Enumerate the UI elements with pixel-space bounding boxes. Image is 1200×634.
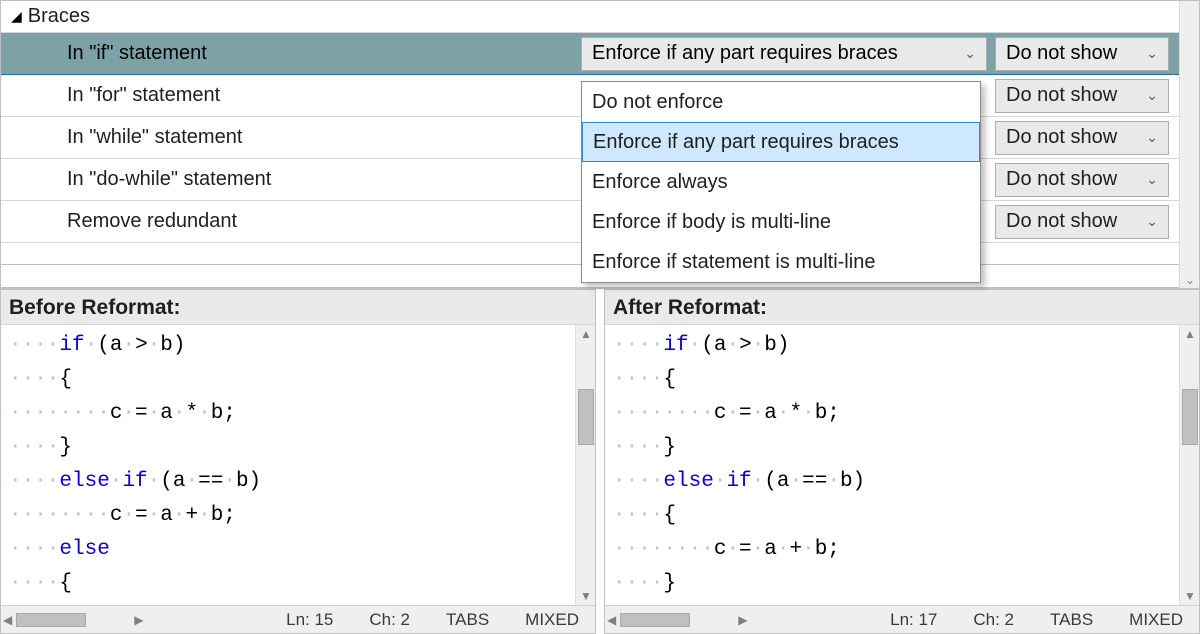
chevron-down-icon: ⌄ <box>1146 171 1158 188</box>
chevron-down-icon: ⌄ <box>964 45 976 62</box>
scroll-thumb[interactable] <box>620 613 690 627</box>
setting-label: In "for" statement <box>67 84 581 107</box>
chevron-down-icon[interactable]: ⌄ <box>1180 273 1200 287</box>
previews: Before Reformat: ····if·(a·>·b)····{····… <box>0 288 1200 634</box>
status-ch: Ch: 2 <box>369 610 410 630</box>
setting-label: Remove redundant <box>67 210 581 233</box>
dropdown-value: Do not show <box>1006 84 1142 107</box>
setting-label: In "if" statement <box>67 42 581 65</box>
setting-label: In "while" statement <box>67 126 581 149</box>
visibility-dropdown[interactable]: Do not show⌄ <box>995 37 1169 71</box>
visibility-dropdown[interactable]: Do not show⌄ <box>995 121 1169 155</box>
settings-panel: ◢ Braces In "if" statementEnforce if any… <box>0 0 1200 288</box>
chevron-down-icon: ⌄ <box>1146 213 1158 230</box>
dropdown-option[interactable]: Do not enforce <box>582 82 980 122</box>
status-tabs: TABS <box>1050 610 1093 630</box>
status-ch: Ch: 2 <box>973 610 1014 630</box>
status-mixed: MIXED <box>1129 610 1183 630</box>
before-vscrollbar[interactable]: ▲ ▼ <box>575 325 595 605</box>
status-mixed: MIXED <box>525 610 579 630</box>
dropdown-value: Do not show <box>1006 168 1142 191</box>
triangle-right-icon[interactable]: ▶ <box>134 613 143 627</box>
collapse-icon: ◢ <box>11 8 22 25</box>
scroll-thumb[interactable] <box>1182 389 1198 445</box>
scroll-thumb[interactable] <box>16 613 86 627</box>
after-hscrollbar[interactable]: ◀ ▶ <box>607 613 747 627</box>
section-header-braces[interactable]: ◢ Braces <box>1 1 1199 33</box>
enforce-dropdown-popup: Do not enforceEnforce if any part requir… <box>581 81 981 283</box>
dropdown-value: Do not show <box>1006 126 1142 149</box>
after-vscrollbar[interactable]: ▲ ▼ <box>1179 325 1199 605</box>
setting-label: In "do-while" statement <box>67 168 581 191</box>
triangle-up-icon[interactable]: ▲ <box>1180 327 1199 341</box>
after-code-area: ····if·(a·>·b)····{········c·=·a·*·b;···… <box>605 325 1199 605</box>
before-code: ····if·(a·>·b)····{········c·=·a·*·b;···… <box>1 325 595 601</box>
dropdown-value: Do not show <box>1006 42 1142 65</box>
triangle-down-icon[interactable]: ▼ <box>576 589 595 603</box>
after-title: After Reformat: <box>605 290 1199 325</box>
dropdown-option[interactable]: Enforce if statement is multi-line <box>582 242 980 282</box>
chevron-down-icon: ⌄ <box>1146 129 1158 146</box>
status-ln: Ln: 17 <box>890 610 937 630</box>
scroll-thumb[interactable] <box>578 389 594 445</box>
dropdown-option[interactable]: Enforce if body is multi-line <box>582 202 980 242</box>
before-statusbar: ◀ ▶ Ln: 15 Ch: 2 TABS MIXED <box>1 605 595 633</box>
before-pane: Before Reformat: ····if·(a·>·b)····{····… <box>0 289 596 634</box>
after-statusbar: ◀ ▶ Ln: 17 Ch: 2 TABS MIXED <box>605 605 1199 633</box>
after-pane: After Reformat: ····if·(a·>·b)····{·····… <box>604 289 1200 634</box>
status-tabs: TABS <box>446 610 489 630</box>
chevron-down-icon: ⌄ <box>1146 87 1158 104</box>
section-title: Braces <box>28 5 90 28</box>
visibility-dropdown[interactable]: Do not show⌄ <box>995 163 1169 197</box>
settings-vscrollbar[interactable]: ⌄ <box>1179 1 1199 289</box>
dropdown-option[interactable]: Enforce if any part requires braces <box>582 122 980 162</box>
before-hscrollbar[interactable]: ◀ ▶ <box>3 613 143 627</box>
before-code-area: ····if·(a·>·b)····{········c·=·a·*·b;···… <box>1 325 595 605</box>
dropdown-value: Enforce if any part requires braces <box>592 42 960 65</box>
before-title: Before Reformat: <box>1 290 595 325</box>
after-code: ····if·(a·>·b)····{········c·=·a·*·b;···… <box>605 325 1199 601</box>
dropdown-value: Do not show <box>1006 210 1142 233</box>
chevron-down-icon: ⌄ <box>1146 45 1158 62</box>
setting-row[interactable]: In "if" statementEnforce if any part req… <box>1 33 1199 75</box>
triangle-up-icon[interactable]: ▲ <box>576 327 595 341</box>
visibility-dropdown[interactable]: Do not show⌄ <box>995 79 1169 113</box>
triangle-left-icon[interactable]: ◀ <box>607 613 616 627</box>
triangle-right-icon[interactable]: ▶ <box>738 613 747 627</box>
triangle-down-icon[interactable]: ▼ <box>1180 589 1199 603</box>
enforce-dropdown[interactable]: Enforce if any part requires braces⌄ <box>581 37 987 71</box>
triangle-left-icon[interactable]: ◀ <box>3 613 12 627</box>
dropdown-option[interactable]: Enforce always <box>582 162 980 202</box>
visibility-dropdown[interactable]: Do not show⌄ <box>995 205 1169 239</box>
status-ln: Ln: 15 <box>286 610 333 630</box>
